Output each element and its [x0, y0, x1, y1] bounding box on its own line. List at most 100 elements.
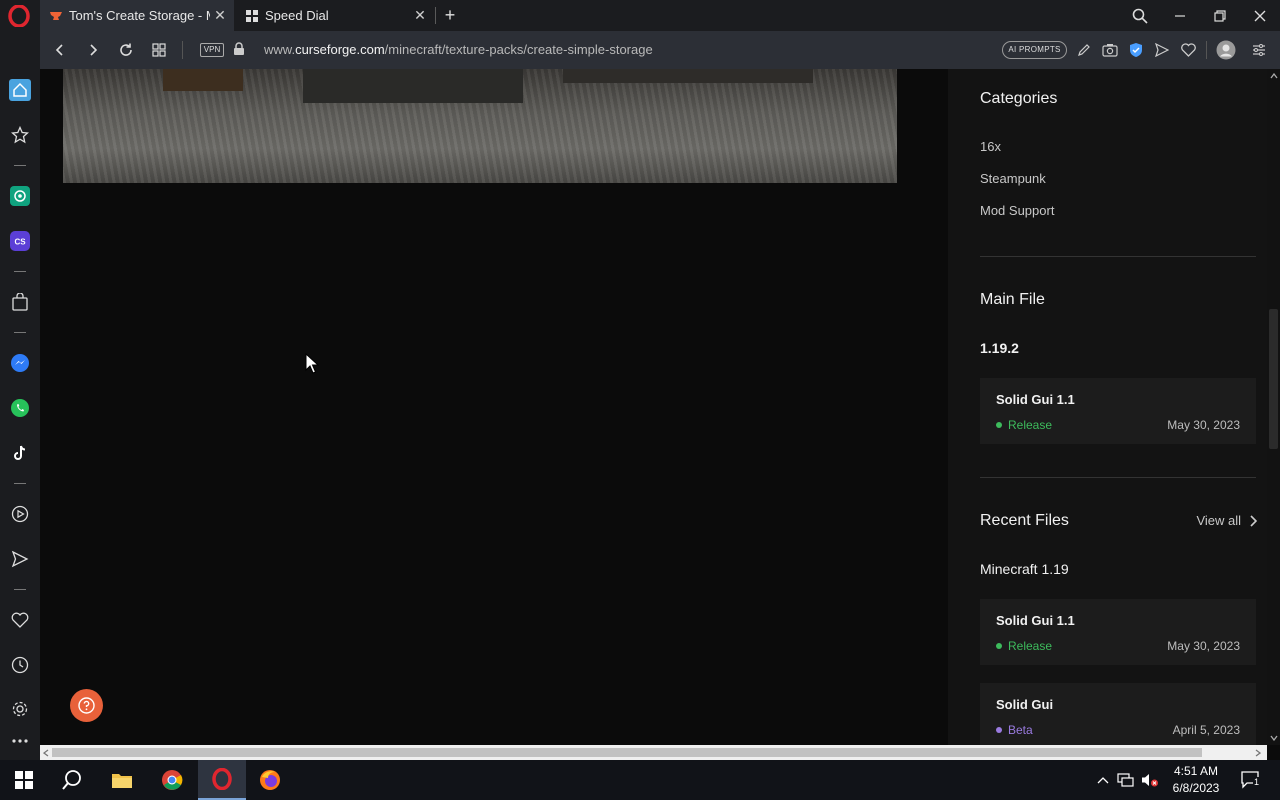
scroll-down-icon[interactable]	[1270, 735, 1278, 741]
scroll-left-icon[interactable]	[43, 749, 49, 757]
curseforge-favicon-icon	[50, 11, 62, 20]
view-all-link[interactable]: View all	[1196, 513, 1257, 528]
lock-icon[interactable]	[233, 42, 245, 56]
cs-icon-label: CS	[14, 238, 26, 247]
camera-icon[interactable]	[1100, 40, 1120, 60]
file-type: Beta	[1008, 723, 1033, 737]
file-type: Release	[1008, 418, 1053, 432]
back-button[interactable]	[48, 38, 72, 62]
main-file-heading: Main File	[980, 291, 1045, 308]
minimize-button[interactable]	[1160, 0, 1200, 31]
divider	[980, 477, 1256, 478]
category-link-mod-support[interactable]: Mod Support	[980, 203, 1256, 218]
player-icon[interactable]	[8, 502, 32, 526]
windows-logo-icon	[15, 771, 33, 789]
tab-title: Tom's Create Storage - Mir	[69, 8, 210, 23]
vertical-scrollbar[interactable]	[1267, 69, 1280, 745]
tab-speed-dial[interactable]: Speed Dial ✕	[236, 0, 434, 31]
chrome-icon[interactable]	[148, 760, 196, 800]
star-icon[interactable]	[8, 123, 32, 147]
firefox-icon[interactable]	[246, 760, 294, 800]
tab-bar: Tom's Create Storage - Mir ✕ Speed Dial …	[0, 0, 1280, 31]
whatsapp-icon[interactable]	[8, 396, 32, 420]
url-domain: curseforge.com	[295, 42, 385, 57]
address-bar: VPN www.curseforge.com/minecraft/texture…	[40, 31, 1280, 69]
category-link-steampunk[interactable]: Steampunk	[980, 171, 1256, 186]
scroll-up-icon[interactable]	[1270, 73, 1278, 79]
close-tab-icon[interactable]: ✕	[410, 7, 430, 24]
close-tab-icon[interactable]: ✕	[210, 7, 230, 24]
action-center-icon[interactable]: 1	[1238, 770, 1264, 790]
main-file-card[interactable]: Solid Gui 1.1 Release May 30, 2023	[980, 378, 1256, 444]
shield-icon[interactable]	[1126, 40, 1146, 60]
send-icon[interactable]	[8, 547, 32, 571]
category-link-16x[interactable]: 16x	[980, 139, 1256, 154]
opera-taskbar-icon[interactable]	[198, 760, 246, 800]
new-tab-button[interactable]: +	[440, 4, 460, 26]
file-type: Release	[1008, 639, 1053, 653]
scrollbar-thumb[interactable]	[1269, 309, 1278, 449]
windows-taskbar: 4:51 AM 6/8/2023 1	[0, 760, 1280, 800]
separator	[1206, 41, 1207, 59]
opera-logo-icon[interactable]	[8, 5, 30, 27]
edit-icon[interactable]	[1074, 40, 1094, 60]
tab-curseforge[interactable]: Tom's Create Storage - Mir ✕	[40, 0, 234, 31]
shopping-bag-icon[interactable]	[8, 290, 32, 314]
separator	[14, 332, 26, 333]
history-icon[interactable]	[8, 653, 32, 677]
url-path: /minecraft/texture-packs/create-simple-s…	[384, 42, 653, 57]
home-icon[interactable]	[8, 78, 32, 102]
messenger-icon[interactable]	[8, 351, 32, 375]
show-hidden-icons-icon[interactable]	[1093, 770, 1113, 790]
reload-button[interactable]	[114, 38, 138, 62]
cs-icon[interactable]: CS	[8, 229, 32, 253]
send-icon[interactable]	[1152, 40, 1172, 60]
file-name: Solid Gui	[996, 697, 1054, 712]
start-button[interactable]	[0, 760, 48, 800]
scroll-right-icon[interactable]	[1255, 749, 1261, 757]
tiktok-icon[interactable]	[8, 441, 32, 465]
screenshot-image	[63, 69, 897, 183]
system-clock[interactable]: 4:51 AM 6/8/2023	[1166, 763, 1226, 797]
easy-setup-menu-icon[interactable]	[1249, 40, 1269, 60]
heart-icon[interactable]	[1178, 40, 1198, 60]
settings-icon[interactable]	[8, 697, 32, 721]
recent-file-card[interactable]: Solid Gui Beta April 5, 2023	[980, 683, 1256, 745]
forward-button[interactable]	[81, 38, 105, 62]
separator	[182, 41, 183, 59]
recent-files-group: Minecraft 1.19	[980, 561, 1069, 577]
scrollbar-thumb[interactable]	[52, 748, 1202, 757]
categories-heading: Categories	[980, 90, 1058, 107]
view-all-label: View all	[1196, 513, 1241, 528]
horizontal-scrollbar[interactable]	[40, 745, 1267, 760]
clock-date: 6/8/2023	[1172, 781, 1220, 795]
search-icon[interactable]	[48, 760, 96, 800]
network-icon[interactable]	[1116, 770, 1136, 790]
more-icon[interactable]	[8, 729, 32, 753]
heart-icon[interactable]	[8, 608, 32, 632]
separator	[14, 271, 26, 272]
chatgpt-icon[interactable]	[8, 184, 32, 208]
search-tabs-icon[interactable]	[1120, 0, 1160, 31]
vpn-badge[interactable]: VPN	[200, 43, 224, 57]
profile-avatar-icon[interactable]	[1215, 39, 1237, 61]
divider	[980, 256, 1256, 257]
file-date: May 30, 2023	[1167, 639, 1240, 653]
recent-file-card[interactable]: Solid Gui 1.1 Release May 30, 2023	[980, 599, 1256, 665]
close-window-button[interactable]	[1240, 0, 1280, 31]
help-button[interactable]	[70, 689, 103, 722]
file-explorer-icon[interactable]	[98, 760, 146, 800]
ai-prompts-button[interactable]: AI PROMPTS	[1002, 41, 1067, 59]
tab-separator	[435, 7, 436, 24]
url-field[interactable]: www.curseforge.com/minecraft/texture-pac…	[264, 42, 653, 57]
mouse-cursor-icon	[305, 353, 319, 374]
volume-muted-icon[interactable]	[1140, 770, 1160, 790]
file-date: May 30, 2023	[1167, 418, 1240, 432]
tabs-overview-icon[interactable]	[147, 38, 171, 62]
release-dot-icon	[996, 643, 1002, 649]
beta-dot-icon	[996, 727, 1002, 733]
notification-count: 1	[1253, 777, 1261, 787]
file-name: Solid Gui 1.1	[996, 392, 1075, 407]
restore-button[interactable]	[1200, 0, 1240, 31]
clock-time: 4:51 AM	[1173, 764, 1219, 778]
